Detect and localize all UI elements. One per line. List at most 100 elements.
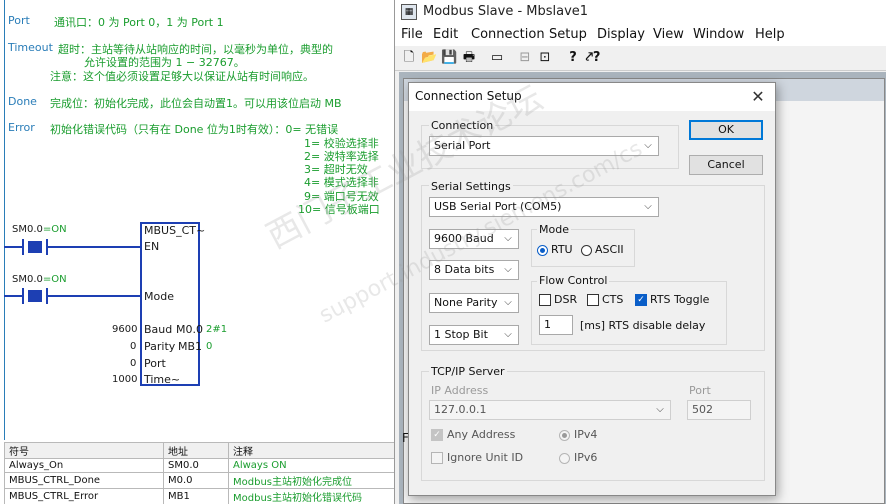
chevron-down-icon: ⌵: [644, 201, 652, 212]
contact2-label: SM0.0=ON: [12, 274, 67, 285]
any-address-label: Any Address: [447, 428, 516, 441]
serial-settings-label: Serial Settings: [429, 180, 513, 193]
menu-view[interactable]: View: [653, 27, 684, 42]
menu-file[interactable]: File: [401, 27, 423, 42]
ip-address-label: IP Address: [431, 384, 489, 397]
rtu-radio[interactable]: [537, 245, 548, 256]
connection-select[interactable]: Serial Port ⌵: [429, 136, 659, 156]
menu-connection[interactable]: Connection: [471, 27, 545, 42]
pin-time: Time~: [144, 373, 181, 386]
col-symbol: 符号: [4, 442, 164, 459]
address-cell[interactable]: M0.0: [163, 472, 229, 489]
dsr-checkbox[interactable]: [539, 294, 551, 306]
pin-en: EN: [144, 240, 160, 253]
save-icon[interactable]: 💾: [441, 50, 457, 66]
rts-delay-input[interactable]: 1: [539, 315, 573, 335]
table-row[interactable]: MBUS_CTRL_Done M0.0 Modbus主站初始化完成位: [4, 472, 396, 489]
toolbar: 🗋 📂 💾 🖶 ▭ ⊟ ⊡ ? ⤤?: [395, 46, 886, 71]
rts-delay-label: [ms] RTS disable delay: [580, 319, 706, 332]
menu-display[interactable]: Display: [597, 27, 645, 42]
block-title: MBUS_CT~: [144, 224, 206, 237]
menu-setup[interactable]: Setup: [549, 27, 587, 42]
ok-button[interactable]: OK: [689, 120, 763, 140]
ipv6-radio[interactable]: [559, 453, 570, 464]
symbol-cell[interactable]: Always_On: [4, 458, 164, 473]
note-timeout-label: Timeout: [8, 41, 53, 54]
note-port-label: Port: [8, 14, 30, 27]
connection-setup-dialog: Connection Setup ✕ Connection Serial Por…: [408, 82, 776, 496]
close-icon[interactable]: ✕: [747, 86, 769, 108]
disconnect-icon[interactable]: ⊡: [537, 50, 553, 66]
input-time: 1000: [112, 374, 138, 385]
chevron-down-icon: ⌵: [504, 329, 512, 340]
tcp-port-input[interactable]: 502: [687, 400, 751, 420]
menu-bar: File Edit Connection Setup Display View …: [395, 24, 886, 46]
note-done-label: Done: [8, 95, 37, 108]
rtu-label: RTU: [551, 243, 573, 256]
data-bits-select[interactable]: 8 Data bits ⌵: [429, 260, 519, 280]
wire: [4, 295, 22, 297]
help-icon[interactable]: ?: [565, 50, 581, 66]
comment-cell[interactable]: Modbus主站初始化错误代码: [228, 488, 396, 504]
input-parity: 0: [130, 341, 137, 352]
ladder-editor: Port 通讯口：0 为 Port 0，1 为 Port 1 Timeout 超…: [0, 0, 400, 504]
cancel-button[interactable]: Cancel: [689, 155, 763, 175]
menu-edit[interactable]: Edit: [433, 27, 458, 42]
comment-cell[interactable]: Always ON: [228, 458, 396, 473]
dsr-label: DSR: [554, 293, 578, 306]
ignore-unit-id-label: Ignore Unit ID: [447, 451, 524, 464]
tcp-ip-label: TCP/IP Server: [429, 365, 507, 378]
window-icon[interactable]: ▭: [489, 50, 505, 66]
power-rail: [4, 0, 5, 440]
print-icon[interactable]: 🖶: [461, 50, 477, 66]
ipv4-label: IPv4: [574, 428, 598, 441]
error-code-10: 10= 信号板端口: [298, 203, 380, 216]
table-row[interactable]: Always_On SM0.0 Always ON: [4, 458, 396, 473]
connect-icon[interactable]: ⊟: [517, 50, 533, 66]
chevron-down-icon: ⌵: [656, 404, 664, 415]
app-icon: ▦: [401, 4, 417, 20]
symbol-cell[interactable]: MBUS_CTRL_Error: [4, 488, 164, 504]
symbol-cell[interactable]: MBUS_CTRL_Done: [4, 472, 164, 489]
ip-address-select[interactable]: 127.0.0.1 ⌵: [429, 400, 671, 420]
title-bar: ▦ Modbus Slave - Mbslave1: [395, 0, 886, 24]
done-value: 2#1: [206, 324, 228, 335]
ipv4-radio[interactable]: [559, 430, 570, 441]
menu-help[interactable]: Help: [755, 27, 785, 42]
connection-label: Connection: [429, 119, 496, 132]
pin-mode: Mode: [144, 290, 174, 303]
ascii-radio[interactable]: [581, 245, 592, 256]
stop-bits-select[interactable]: 1 Stop Bit ⌵: [429, 325, 519, 345]
parity-select[interactable]: None Parity ⌵: [429, 293, 519, 313]
note-timeout-text3: 注意：这个值必须设置足够大以保证从站有时间响应。: [50, 70, 314, 83]
note-port-text: 通讯口：0 为 Port 0，1 为 Port 1: [54, 16, 224, 29]
ignore-unit-id-checkbox[interactable]: [431, 452, 443, 464]
chevron-down-icon: ⌵: [504, 264, 512, 275]
symbol-table-header: 符号 地址 注释: [4, 442, 396, 459]
address-cell[interactable]: SM0.0: [163, 458, 229, 473]
context-help-icon[interactable]: ⤤?: [585, 50, 601, 66]
serial-port-select[interactable]: USB Serial Port (COM5) ⌵: [429, 197, 659, 217]
window-title: Modbus Slave - Mbslave1: [423, 4, 589, 19]
wire: [4, 246, 22, 248]
symbol-table: 符号 地址 注释 Always_On SM0.0 Always ON MBUS_…: [4, 442, 396, 504]
contact1-symbol[interactable]: [22, 239, 48, 255]
pin-done: M0.0: [176, 323, 203, 336]
cts-checkbox[interactable]: [587, 294, 599, 306]
menu-window[interactable]: Window: [693, 27, 744, 42]
contact2-symbol[interactable]: [22, 288, 48, 304]
ascii-label: ASCII: [595, 243, 624, 256]
ipv6-label: IPv6: [574, 451, 598, 464]
table-row[interactable]: MBUS_CTRL_Error MB1 Modbus主站初始化错误代码: [4, 488, 396, 504]
open-icon[interactable]: 📂: [421, 50, 437, 66]
col-address: 地址: [163, 442, 229, 459]
input-baud: 9600: [112, 324, 138, 335]
new-icon[interactable]: 🗋: [401, 50, 417, 66]
address-cell[interactable]: MB1: [163, 488, 229, 504]
rts-toggle-checkbox[interactable]: ✓: [635, 294, 647, 306]
chevron-down-icon: ⌵: [504, 297, 512, 308]
mode-label: Mode: [537, 223, 571, 236]
baud-select[interactable]: 9600 Baud ⌵: [429, 229, 519, 249]
comment-cell[interactable]: Modbus主站初始化完成位: [228, 472, 396, 489]
any-address-checkbox[interactable]: ✓: [431, 429, 443, 441]
